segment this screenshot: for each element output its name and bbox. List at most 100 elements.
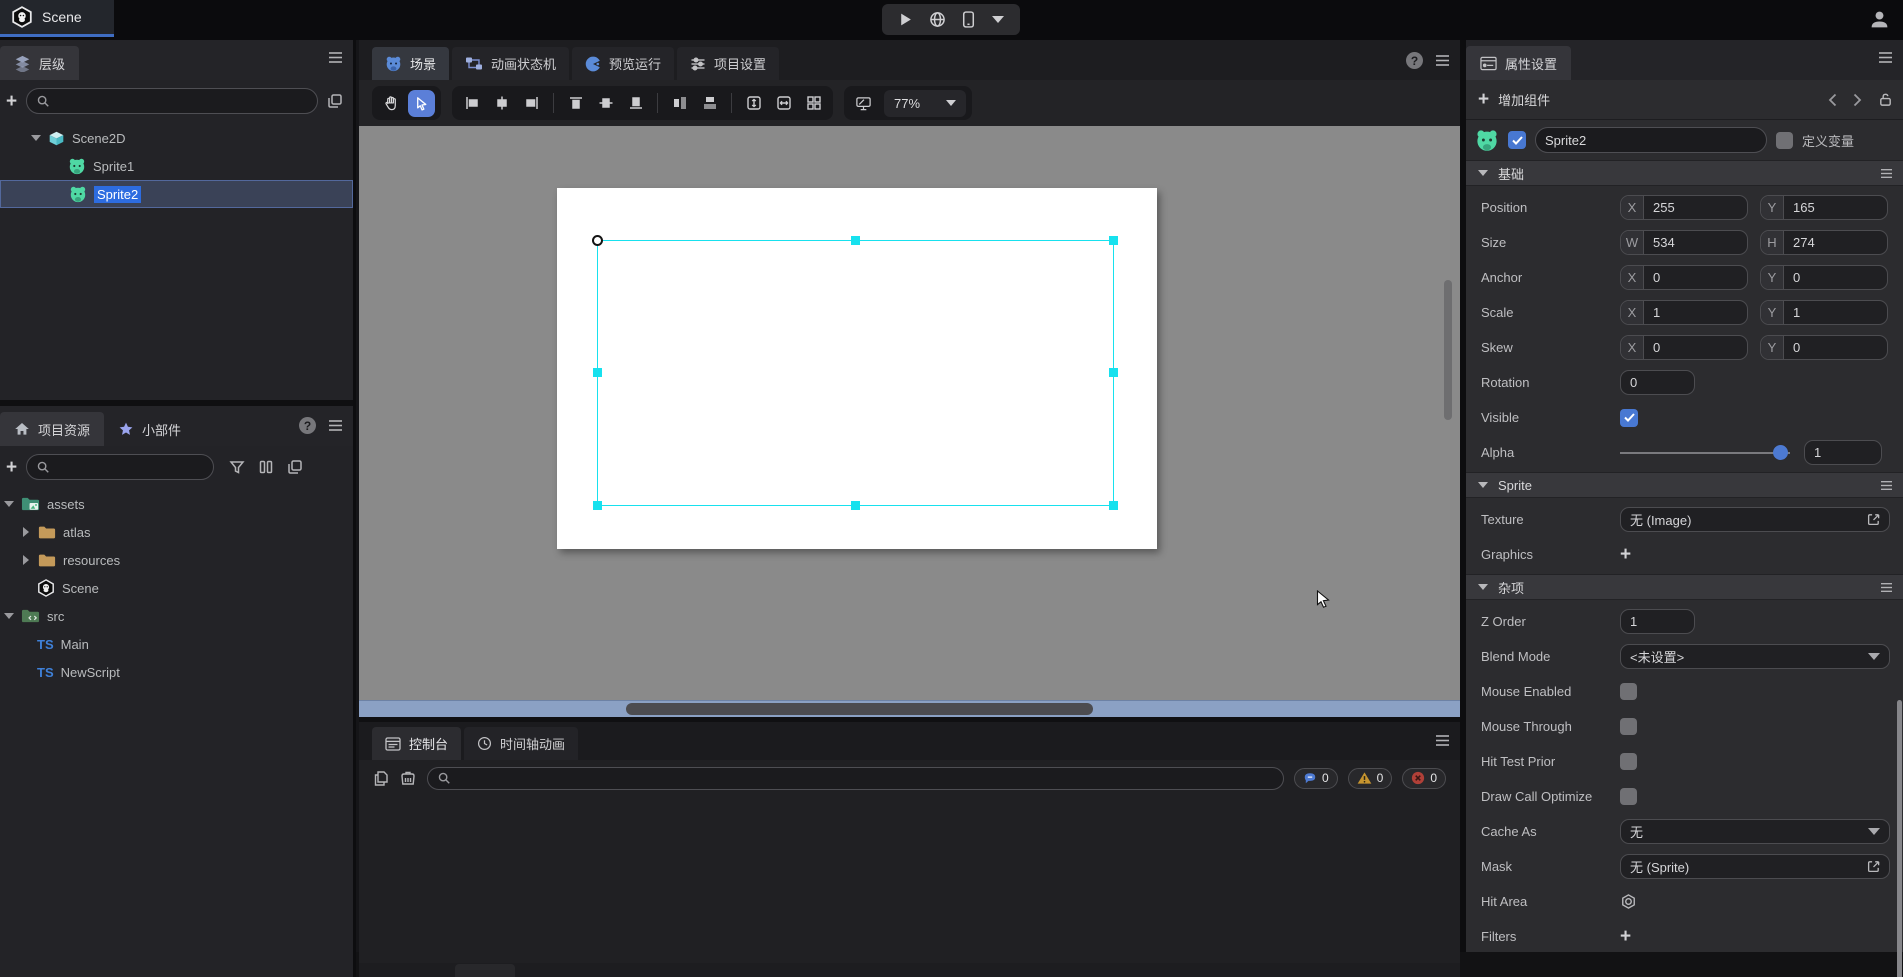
help-icon[interactable]: ?	[1406, 52, 1423, 69]
mouse-enabled-checkbox[interactable]	[1620, 683, 1637, 700]
tab-console[interactable]: 控制台	[372, 727, 461, 760]
nav-back-icon[interactable]	[1828, 93, 1837, 107]
collapsed-caret-icon[interactable]	[23, 527, 29, 537]
clear-console-icon[interactable]	[399, 770, 417, 787]
mask-picker-icon[interactable]	[1866, 859, 1881, 874]
scale-y-field[interactable]: Y1	[1760, 300, 1888, 325]
rotation-field[interactable]: 0	[1620, 370, 1695, 395]
select-tool-button[interactable]	[408, 90, 435, 117]
resources-search-input[interactable]	[26, 454, 214, 480]
tab-project-resources[interactable]: 项目资源	[0, 412, 104, 446]
hand-tool-button[interactable]	[378, 90, 405, 117]
section-header-sprite[interactable]: Sprite	[1466, 472, 1903, 498]
tree-node-main-script[interactable]: TS Main	[0, 630, 353, 658]
hit-area-shape-icon[interactable]	[1620, 893, 1637, 910]
section-header-misc[interactable]: 杂项	[1466, 574, 1903, 600]
anchor-point-handle[interactable]	[592, 235, 603, 246]
duplicate-icon[interactable]	[287, 459, 303, 475]
texture-picker-icon[interactable]	[1866, 512, 1881, 527]
align-left-button[interactable]	[458, 90, 485, 117]
console-search-field[interactable]	[457, 771, 1274, 786]
texture-field[interactable]: 无 (Image)	[1620, 507, 1890, 532]
inspector-menu-icon[interactable]	[1878, 51, 1893, 64]
match-height-button[interactable]	[740, 90, 767, 117]
distribute-vertical-button[interactable]	[696, 90, 723, 117]
expand-caret-icon[interactable]	[4, 501, 14, 507]
tree-node-sprite2-selected[interactable]: Sprite2	[0, 180, 353, 208]
size-h-field[interactable]: H274	[1760, 230, 1888, 255]
resize-handle-top[interactable]	[851, 236, 860, 245]
tree-node-resources[interactable]: resources	[0, 546, 353, 574]
selection-rectangle[interactable]	[597, 240, 1114, 506]
scene-viewport[interactable]	[359, 126, 1460, 700]
position-x-field[interactable]: X255	[1620, 195, 1748, 220]
viewport-horizontal-scrollbar[interactable]	[359, 700, 1460, 717]
columns-view-icon[interactable]	[258, 459, 274, 475]
copy-log-icon[interactable]	[373, 770, 389, 787]
resize-handle-bottom-left[interactable]	[593, 501, 602, 510]
anchor-x-field[interactable]: X0	[1620, 265, 1748, 290]
distribute-horizontal-button[interactable]	[666, 90, 693, 117]
viewport-vertical-scrollbar[interactable]	[1444, 280, 1452, 420]
inspector-scrollbar-thumb[interactable]	[1897, 700, 1902, 977]
expand-caret-icon[interactable]	[31, 135, 41, 141]
nav-forward-icon[interactable]	[1853, 93, 1862, 107]
hit-test-prior-checkbox[interactable]	[1620, 753, 1637, 770]
display-toggle-button[interactable]	[850, 90, 877, 117]
resize-handle-right[interactable]	[1109, 368, 1118, 377]
skew-y-field[interactable]: Y0	[1760, 335, 1888, 360]
zoom-level-select[interactable]: 77%	[884, 90, 966, 117]
run-options-dropdown-icon[interactable]	[992, 16, 1004, 23]
help-icon[interactable]: ?	[299, 417, 316, 434]
mask-field[interactable]: 无 (Sprite)	[1620, 854, 1890, 879]
add-component-label[interactable]: 增加组件	[1498, 90, 1550, 109]
scale-x-field[interactable]: X1	[1620, 300, 1748, 325]
add-component-plus-icon[interactable]: +	[1478, 90, 1489, 109]
z-order-field[interactable]: 1	[1620, 609, 1695, 634]
align-top-button[interactable]	[562, 90, 589, 117]
tree-node-atlas[interactable]: atlas	[0, 518, 353, 546]
scene-view-menu-icon[interactable]	[1435, 54, 1450, 67]
draw-call-optimize-checkbox[interactable]	[1620, 788, 1637, 805]
graphics-add-button[interactable]: +	[1620, 545, 1631, 564]
user-account-icon[interactable]	[1869, 9, 1890, 30]
resize-handle-bottom-right[interactable]	[1109, 501, 1118, 510]
warning-count-badge[interactable]: 0	[1348, 768, 1393, 789]
resources-menu-icon[interactable]	[328, 419, 343, 432]
resize-handle-left[interactable]	[593, 368, 602, 377]
match-width-button[interactable]	[770, 90, 797, 117]
hierarchy-menu-icon[interactable]	[328, 51, 343, 64]
tree-node-assets[interactable]: assets	[0, 490, 353, 518]
tree-node-scene2d[interactable]: Scene2D	[0, 124, 353, 152]
align-bottom-button[interactable]	[622, 90, 649, 117]
hierarchy-duplicate-icon[interactable]	[327, 93, 343, 109]
section-menu-icon[interactable]	[1880, 480, 1893, 491]
tab-widgets[interactable]: 小部件	[104, 412, 195, 446]
resources-add-button[interactable]: +	[6, 458, 17, 477]
resize-handle-top-right[interactable]	[1109, 236, 1118, 245]
section-header-basic[interactable]: 基础	[1466, 160, 1903, 186]
tree-node-newscript[interactable]: TS NewScript	[0, 658, 353, 686]
log-count-badge[interactable]: 0	[1294, 768, 1338, 789]
expand-caret-icon[interactable]	[4, 613, 14, 619]
size-w-field[interactable]: W534	[1620, 230, 1748, 255]
hierarchy-add-button[interactable]: +	[6, 92, 17, 111]
anchor-y-field[interactable]: Y0	[1760, 265, 1888, 290]
cache-as-dropdown[interactable]: 无	[1620, 819, 1890, 844]
filter-funnel-icon[interactable]	[229, 459, 245, 475]
node-name-input[interactable]	[1545, 133, 1757, 148]
tab-hierarchy[interactable]: 层级	[0, 46, 79, 80]
play-button[interactable]	[898, 12, 913, 27]
visible-checkbox[interactable]	[1620, 409, 1638, 427]
resize-handle-bottom[interactable]	[851, 501, 860, 510]
position-y-field[interactable]: Y165	[1760, 195, 1888, 220]
tab-preview-run[interactable]: 预览运行	[572, 47, 674, 80]
error-count-badge[interactable]: 0	[1402, 768, 1446, 789]
hierarchy-search-input[interactable]	[26, 88, 318, 114]
unlock-icon[interactable]	[1878, 92, 1893, 107]
tab-property-settings[interactable]: 属性设置	[1466, 46, 1571, 80]
console-menu-icon[interactable]	[1435, 734, 1450, 747]
tree-node-scene-asset[interactable]: Scene	[0, 574, 353, 602]
tab-timeline-animation[interactable]: 时间轴动画	[464, 727, 578, 760]
align-right-button[interactable]	[518, 90, 545, 117]
